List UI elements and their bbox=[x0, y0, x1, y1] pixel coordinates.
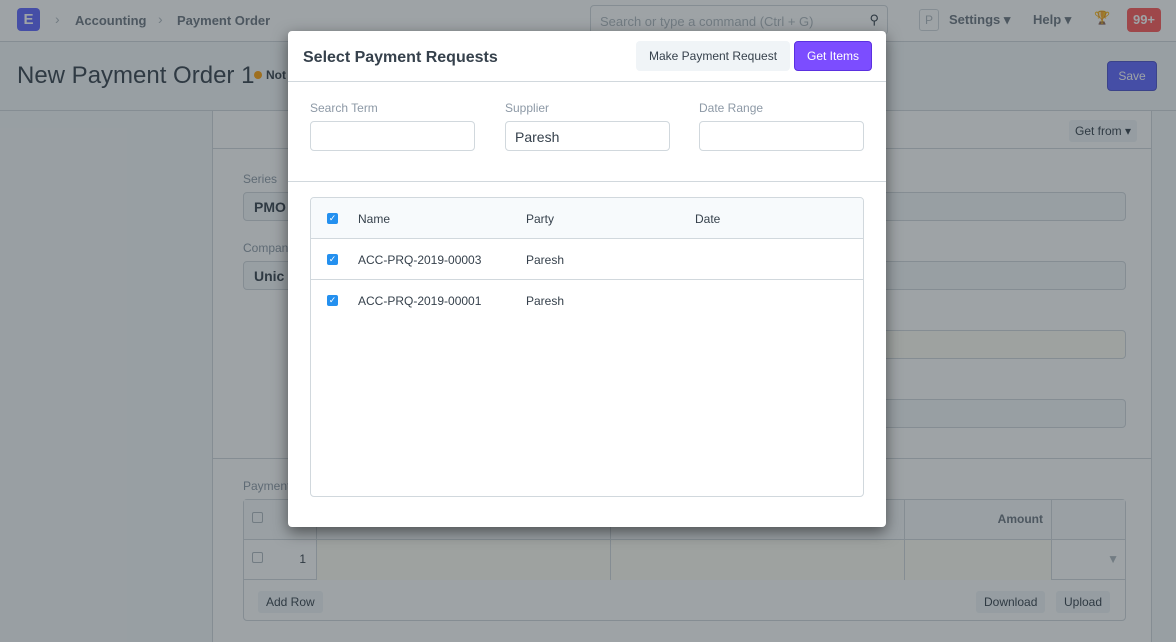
row-party: Paresh bbox=[526, 294, 565, 308]
supplier-label: Supplier bbox=[505, 101, 550, 115]
select-payment-requests-dialog: Select Payment Requests Make Payment Req… bbox=[288, 31, 886, 527]
results-header: ✓ Name Party Date bbox=[311, 198, 863, 239]
row-checkbox[interactable]: ✓ bbox=[327, 254, 338, 265]
row-name: ACC-PRQ-2019-00003 bbox=[358, 253, 482, 267]
get-items-button[interactable]: Get Items bbox=[794, 41, 872, 71]
search-term-input[interactable] bbox=[310, 121, 475, 151]
party-header: Party bbox=[526, 212, 555, 226]
result-row[interactable]: ✓ ACC-PRQ-2019-00003 Paresh bbox=[311, 239, 863, 280]
date-header: Date bbox=[695, 212, 721, 226]
name-header: Name bbox=[358, 212, 391, 226]
search-term-label: Search Term bbox=[310, 101, 378, 115]
select-all-checkbox[interactable]: ✓ bbox=[327, 213, 338, 224]
make-payment-request-button[interactable]: Make Payment Request bbox=[636, 41, 790, 71]
row-checkbox[interactable]: ✓ bbox=[327, 295, 338, 306]
row-name: ACC-PRQ-2019-00001 bbox=[358, 294, 482, 308]
modal-title: Select Payment Requests bbox=[303, 49, 498, 66]
divider bbox=[288, 181, 886, 182]
result-row[interactable]: ✓ ACC-PRQ-2019-00001 Paresh bbox=[311, 280, 863, 321]
supplier-input[interactable]: Paresh bbox=[505, 121, 670, 151]
modal-header: Select Payment Requests Make Payment Req… bbox=[288, 31, 886, 82]
results-table: ✓ Name Party Date ✓ ACC-PRQ-2019-00003 P… bbox=[310, 197, 864, 497]
date-range-input[interactable] bbox=[699, 121, 864, 151]
row-party: Paresh bbox=[526, 253, 565, 267]
date-range-label: Date Range bbox=[699, 101, 764, 115]
